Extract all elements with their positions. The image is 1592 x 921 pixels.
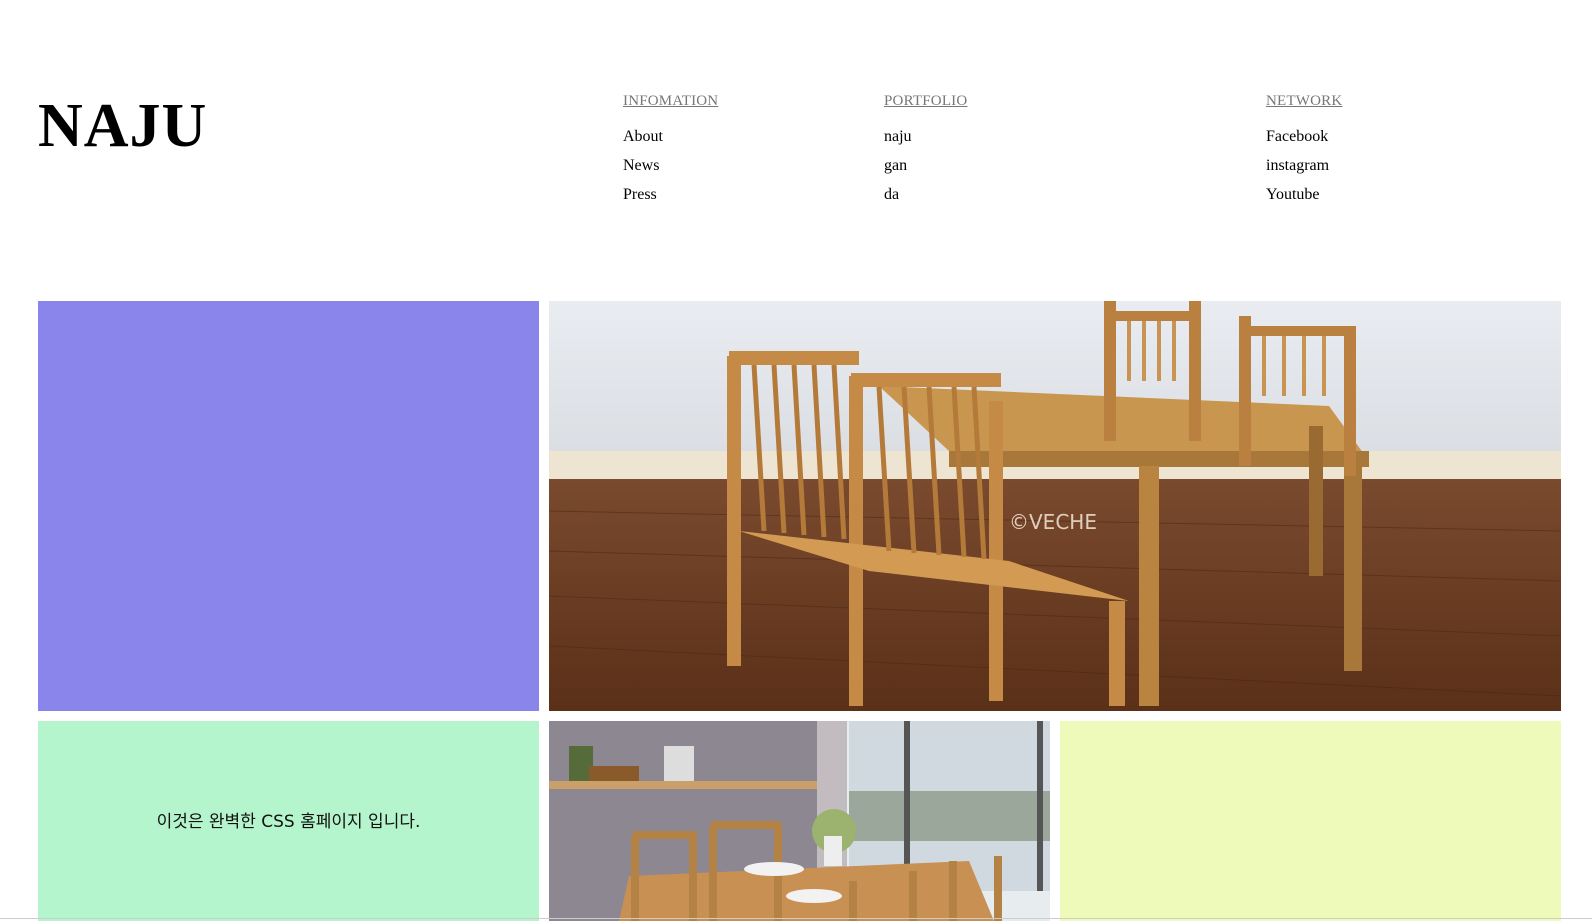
site-logo[interactable]: NAJU	[38, 88, 207, 164]
nav-heading-portfolio[interactable]: PORTFOLIO	[884, 93, 967, 110]
bottom-divider	[0, 918, 1592, 919]
green-tile: 이것은 완벽한 CSS 홈페이지 입니다.	[38, 721, 539, 921]
nav-column-network: NETWORK Facebook instagram Youtube	[1266, 93, 1342, 209]
nav-link-facebook[interactable]: Facebook	[1266, 122, 1342, 151]
nav-column-portfolio: PORTFOLIO naju gan da	[884, 93, 967, 209]
nav-heading-network[interactable]: NETWORK	[1266, 93, 1342, 110]
nav-column-information: INFOMATION About News Press	[623, 93, 718, 209]
tagline-text: 이것은 완벽한 CSS 홈페이지 입니다.	[156, 812, 421, 832]
nav-link-da[interactable]: da	[884, 180, 967, 209]
nav-link-instagram[interactable]: instagram	[1266, 151, 1342, 180]
dining-set-photo: ©VECHE	[549, 301, 1561, 711]
purple-tile	[38, 301, 539, 711]
dining-room-illustration	[549, 721, 1050, 921]
nav-heading-information[interactable]: INFOMATION	[623, 93, 718, 110]
nav-link-press[interactable]: Press	[623, 180, 718, 209]
nav-link-about[interactable]: About	[623, 122, 718, 151]
dining-room-photo	[549, 721, 1050, 921]
photo-watermark: ©VECHE	[1009, 510, 1097, 534]
nav-link-youtube[interactable]: Youtube	[1266, 180, 1342, 209]
nav-link-naju[interactable]: naju	[884, 122, 967, 151]
nav-link-news[interactable]: News	[623, 151, 718, 180]
nav-link-gan[interactable]: gan	[884, 151, 967, 180]
yellow-tile	[1060, 721, 1561, 921]
dining-set-illustration: ©VECHE	[549, 301, 1561, 711]
